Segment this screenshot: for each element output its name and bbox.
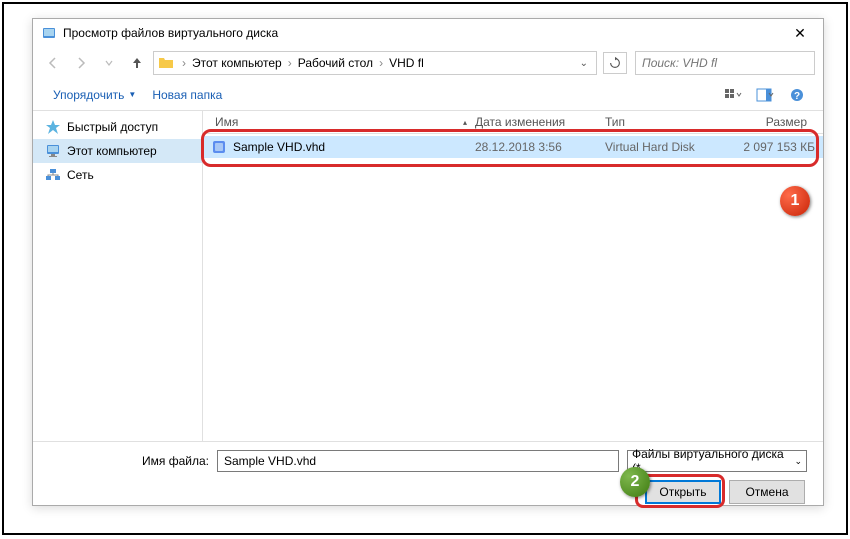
back-button[interactable] — [41, 51, 65, 75]
filetype-select[interactable]: Файлы виртуального диска (* ⌄ — [627, 450, 807, 472]
preview-pane-button[interactable] — [751, 84, 779, 106]
file-date: 28.12.2018 3:56 — [475, 140, 605, 154]
sidebar-item-network[interactable]: Сеть — [33, 163, 202, 187]
organize-button[interactable]: Упорядочить ▼ — [45, 84, 144, 106]
breadcrumb-sep: › — [284, 56, 296, 70]
file-area: Имя ▴ Дата изменения Тип Размер Sample V… — [203, 111, 823, 441]
chevron-down-icon: ⌄ — [794, 456, 802, 467]
address-dropdown-icon[interactable]: ⌄ — [576, 58, 592, 69]
filename-input[interactable] — [217, 450, 619, 472]
toolbar: Упорядочить ▼ Новая папка ? — [33, 79, 823, 111]
filename-label: Имя файла: — [49, 454, 209, 468]
network-icon — [45, 167, 61, 183]
filename-row: Имя файла: Файлы виртуального диска (* ⌄ — [49, 450, 807, 472]
main-area: Быстрый доступ Этот компьютер Сеть — [33, 111, 823, 441]
file-type: Virtual Hard Disk — [605, 140, 725, 154]
help-button[interactable]: ? — [783, 84, 811, 106]
cancel-button[interactable]: Отмена — [729, 480, 805, 504]
breadcrumb: › Этот компьютер › Рабочий стол › VHD fl — [178, 56, 576, 70]
annotation-badge-2: 2 — [620, 467, 650, 497]
column-headers: Имя ▴ Дата изменения Тип Размер — [203, 111, 823, 134]
window-title: Просмотр файлов виртуального диска — [63, 26, 785, 40]
breadcrumb-item[interactable]: Рабочий стол — [296, 56, 375, 70]
pc-icon — [45, 143, 61, 159]
chevron-down-icon: ▼ — [128, 90, 136, 99]
svg-text:?: ? — [794, 91, 800, 102]
navigation-row: › Этот компьютер › Рабочий стол › VHD fl… — [33, 47, 823, 79]
up-button[interactable] — [125, 51, 149, 75]
close-button[interactable]: ✕ — [785, 23, 815, 43]
address-bar[interactable]: › Этот компьютер › Рабочий стол › VHD fl… — [153, 51, 597, 75]
breadcrumb-sep: › — [375, 56, 387, 70]
bottom-area: Имя файла: Файлы виртуального диска (* ⌄… — [33, 441, 823, 512]
annotation-badge-1: 1 — [780, 186, 810, 216]
sidebar-item-label: Быстрый доступ — [67, 120, 158, 134]
file-list: Sample VHD.vhd 28.12.2018 3:56 Virtual H… — [203, 134, 823, 160]
vhd-file-icon — [211, 139, 227, 155]
search-box[interactable] — [635, 51, 815, 75]
titlebar: Просмотр файлов виртуального диска ✕ — [33, 19, 823, 47]
sidebar-item-label: Сеть — [67, 168, 94, 182]
new-folder-button[interactable]: Новая папка — [144, 84, 230, 106]
breadcrumb-item[interactable]: VHD fl — [387, 56, 426, 70]
sidebar-item-label: Этот компьютер — [67, 144, 157, 158]
app-icon — [41, 25, 57, 41]
sort-indicator-icon: ▴ — [463, 118, 467, 127]
column-name[interactable]: Имя ▴ — [211, 113, 471, 131]
refresh-button[interactable] — [603, 52, 627, 74]
sidebar-item-quickaccess[interactable]: Быстрый доступ — [33, 115, 202, 139]
sidebar: Быстрый доступ Этот компьютер Сеть — [33, 111, 203, 441]
view-options-button[interactable] — [719, 84, 747, 106]
file-name: Sample VHD.vhd — [233, 140, 475, 154]
open-button[interactable]: Открыть — [645, 480, 721, 504]
recent-dropdown[interactable] — [97, 51, 121, 75]
column-size[interactable]: Размер — [721, 113, 811, 131]
sidebar-item-thispc[interactable]: Этот компьютер — [33, 139, 202, 163]
column-type[interactable]: Тип — [601, 113, 721, 131]
button-row: Открыть Отмена — [49, 480, 807, 504]
forward-button[interactable] — [69, 51, 93, 75]
column-date[interactable]: Дата изменения — [471, 113, 601, 131]
folder-icon — [158, 55, 174, 71]
file-dialog: Просмотр файлов виртуального диска ✕ — [32, 18, 824, 506]
file-row[interactable]: Sample VHD.vhd 28.12.2018 3:56 Virtual H… — [203, 136, 823, 158]
breadcrumb-item[interactable]: Этот компьютер — [190, 56, 284, 70]
breadcrumb-sep: › — [178, 56, 190, 70]
file-size: 2 097 153 КБ — [725, 140, 815, 154]
search-input[interactable] — [642, 56, 808, 70]
star-icon — [45, 119, 61, 135]
